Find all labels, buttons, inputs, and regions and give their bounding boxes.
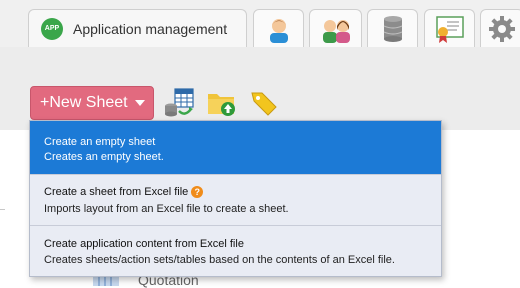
tab-certificate[interactable]	[424, 9, 475, 47]
excel-database-icon[interactable]	[163, 87, 195, 119]
menu-item-title: Create application content from Excel fi…	[44, 238, 244, 250]
chevron-down-icon	[135, 100, 145, 106]
divider	[0, 209, 5, 210]
tab-label: Application management	[73, 20, 228, 37]
tab-user[interactable]	[253, 9, 304, 47]
menu-item-description: Creates sheets/action sets/tables based …	[44, 254, 395, 266]
menu-item-description: Creates an empty sheet.	[44, 151, 164, 163]
settings-gear-icon	[489, 15, 515, 42]
group-icon	[322, 19, 350, 43]
tab-group[interactable]	[309, 9, 362, 47]
tag-icon[interactable]	[248, 87, 280, 119]
menu-item-title: Create an empty sheet	[44, 136, 156, 148]
folder-upload-icon[interactable]	[206, 87, 238, 119]
new-sheet-button[interactable]: +New Sheet	[30, 86, 154, 120]
tab-application-management[interactable]: APP Application management	[28, 9, 247, 47]
certificate-icon	[435, 15, 464, 43]
app-icon: APP	[41, 17, 63, 40]
database-icon	[383, 15, 402, 42]
menu-item-create-from-excel[interactable]: Create a sheet from Excel file? Imports …	[30, 175, 441, 225]
new-sheet-label: +New Sheet	[40, 94, 128, 111]
user-icon	[269, 18, 288, 43]
menu-item-create-empty-sheet[interactable]: Create an empty sheet Creates an empty s…	[30, 121, 441, 174]
tab-settings[interactable]	[480, 9, 520, 47]
toolbar: +New Sheet	[0, 83, 520, 123]
menu-item-description: Imports layout from an Excel file to cre…	[44, 203, 289, 215]
help-icon[interactable]: ?	[191, 186, 204, 199]
new-sheet-dropdown-menu: Create an empty sheet Creates an empty s…	[29, 120, 442, 277]
tab-database[interactable]	[367, 9, 418, 47]
menu-item-create-app-content-from-excel[interactable]: Create application content from Excel fi…	[30, 226, 441, 276]
menu-item-title: Create a sheet from Excel file	[44, 186, 189, 198]
